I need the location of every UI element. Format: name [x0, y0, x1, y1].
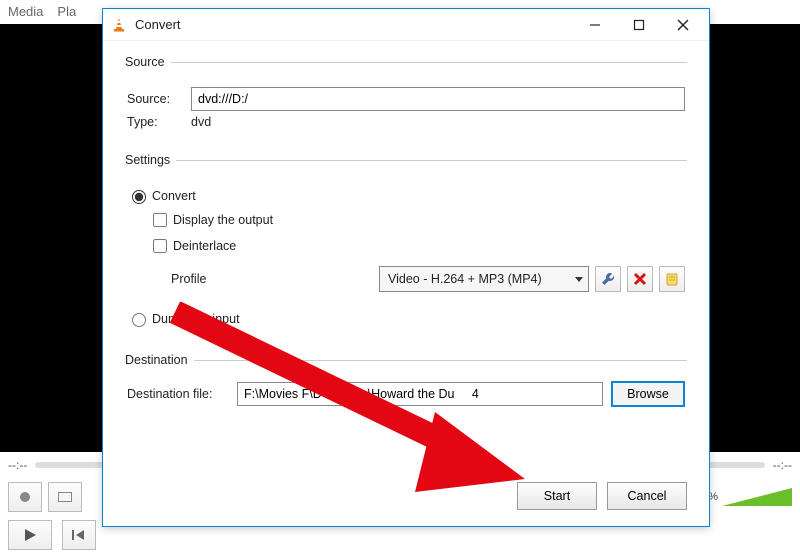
- display-output-label: Display the output: [173, 213, 273, 227]
- close-icon: [677, 19, 689, 31]
- time-total: --:--: [773, 458, 792, 472]
- settings-fieldset: Settings Convert Display the output Dein…: [125, 153, 687, 337]
- menu-pla[interactable]: Pla: [57, 4, 76, 22]
- menu-media[interactable]: Media: [8, 4, 43, 22]
- minimize-icon: [589, 19, 601, 31]
- maximize-button[interactable]: [617, 10, 661, 40]
- wrench-icon: [600, 271, 616, 287]
- chevron-down-icon: [574, 274, 584, 284]
- previous-icon: [72, 529, 86, 541]
- previous-button[interactable]: [62, 520, 96, 550]
- vlc-cone-icon: [111, 17, 127, 33]
- type-label: Type:: [127, 115, 183, 129]
- dump-raw-radio[interactable]: Dump raw input: [127, 310, 685, 327]
- profile-value: Video - H.264 + MP3 (MP4): [388, 272, 542, 286]
- minimize-button[interactable]: [573, 10, 617, 40]
- destination-label: Destination file:: [127, 387, 229, 401]
- convert-dialog: Convert Source Source: Type: dvd Setting…: [102, 8, 710, 527]
- source-fieldset: Source Source: Type: dvd: [125, 55, 687, 137]
- titlebar: Convert: [103, 9, 709, 41]
- convert-radio[interactable]: Convert: [127, 187, 685, 204]
- x-icon: [633, 272, 647, 286]
- deinterlace-label: Deinterlace: [173, 239, 236, 253]
- source-legend: Source: [125, 55, 171, 69]
- play-icon: [23, 528, 37, 542]
- dump-raw-label: Dump raw input: [152, 312, 240, 326]
- destination-fieldset: Destination Destination file: Browse: [125, 353, 687, 411]
- edit-profile-button[interactable]: [595, 266, 621, 292]
- profile-combobox[interactable]: Video - H.264 + MP3 (MP4): [379, 266, 589, 292]
- dialog-title: Convert: [135, 17, 573, 32]
- profile-label: Profile: [171, 272, 227, 286]
- start-button[interactable]: Start: [517, 482, 597, 510]
- maximize-icon: [633, 19, 645, 31]
- record-button[interactable]: [8, 482, 42, 512]
- dialog-footer: Start Cancel: [103, 472, 709, 526]
- destination-input[interactable]: [237, 382, 603, 406]
- cancel-button[interactable]: Cancel: [607, 482, 687, 510]
- source-input[interactable]: [191, 87, 685, 111]
- display-output-checkbox[interactable]: Display the output: [149, 210, 685, 230]
- close-button[interactable]: [661, 10, 705, 40]
- type-value: dvd: [191, 115, 211, 129]
- settings-legend: Settings: [125, 153, 176, 167]
- source-label: Source:: [127, 92, 183, 106]
- destination-legend: Destination: [125, 353, 194, 367]
- document-icon: [665, 272, 679, 286]
- volume-slider[interactable]: [722, 488, 792, 506]
- new-profile-button[interactable]: [659, 266, 685, 292]
- convert-radio-label: Convert: [152, 189, 196, 203]
- snapshot-button[interactable]: [48, 482, 82, 512]
- deinterlace-checkbox[interactable]: Deinterlace: [149, 236, 685, 256]
- time-elapsed: --:--: [8, 458, 27, 472]
- browse-button[interactable]: Browse: [611, 381, 685, 407]
- play-button[interactable]: [8, 520, 52, 550]
- delete-profile-button[interactable]: [627, 266, 653, 292]
